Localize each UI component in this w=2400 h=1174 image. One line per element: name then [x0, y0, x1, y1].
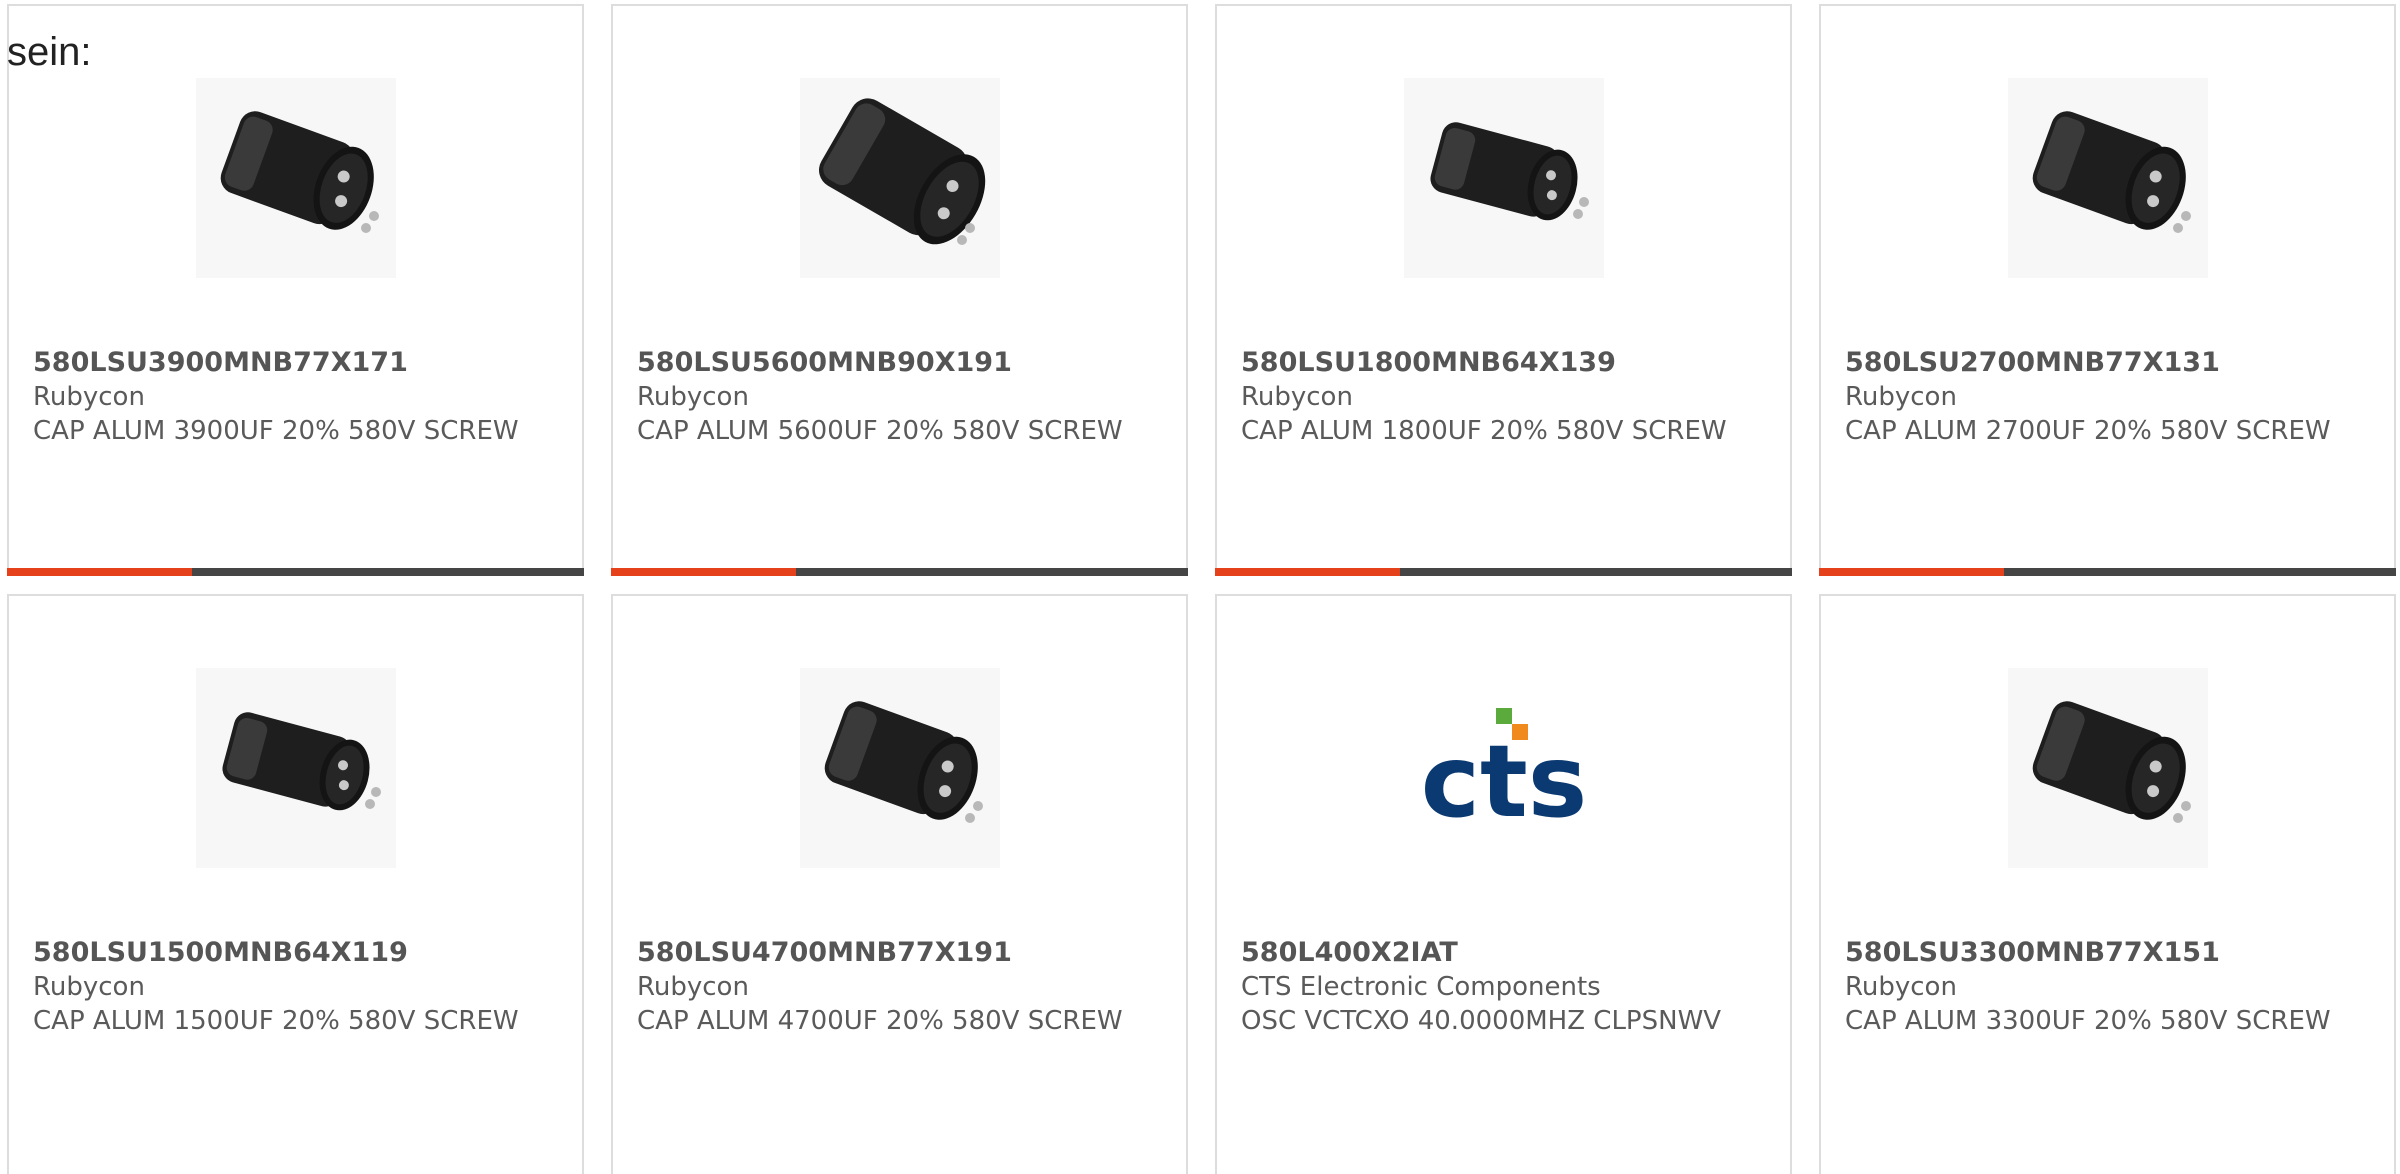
- manufacturer: Rubycon: [1845, 972, 1957, 1002]
- manufacturer: Rubycon: [1845, 382, 1957, 412]
- capacitor-icon: [2007, 668, 2208, 868]
- capacitor-image: [2007, 78, 2208, 278]
- progress-bar-fill: [611, 568, 796, 576]
- capacitor-icon: [799, 668, 1000, 868]
- part-number-link[interactable]: 580LSU5600MNB90X191: [637, 346, 1166, 380]
- cts-logo: cts: [1404, 668, 1604, 868]
- product-card[interactable]: 580LSU2700MNB77X131 Rubycon CAP ALUM 270…: [1819, 4, 2396, 576]
- capacitor-image: [195, 668, 396, 868]
- capacitor-image: [799, 78, 1000, 278]
- product-card[interactable]: 580LSU3900MNB77X171 Rubycon CAP ALUM 390…: [7, 4, 584, 576]
- part-number-link[interactable]: 580L400X2IAT: [1241, 936, 1770, 970]
- product-card[interactable]: 580LSU3300MNB77X151 Rubycon CAP ALUM 330…: [1819, 594, 2396, 1174]
- capacitor-icon: [799, 78, 1000, 278]
- progress-bar-fill: [1215, 568, 1400, 576]
- capacitor-image: [799, 668, 1000, 868]
- capacitor-icon: [2007, 78, 2208, 278]
- product-card[interactable]: 580LSU5600MNB90X191 Rubycon CAP ALUM 560…: [611, 4, 1188, 576]
- description: OSC VCTCXO 40.0000MHZ CLPSNWV: [1241, 1006, 1722, 1036]
- description: CAP ALUM 3900UF 20% 580V SCREW: [33, 416, 519, 446]
- description: CAP ALUM 4700UF 20% 580V SCREW: [637, 1006, 1123, 1036]
- capacitor-icon: [1403, 78, 1604, 278]
- description: CAP ALUM 5600UF 20% 580V SCREW: [637, 416, 1123, 446]
- manufacturer: Rubycon: [637, 972, 749, 1002]
- progress-bar: [1819, 568, 2396, 576]
- capacitor-image: [195, 78, 396, 278]
- description: CAP ALUM 1800UF 20% 580V SCREW: [1241, 416, 1727, 446]
- intro-text: sein:: [7, 30, 92, 74]
- manufacturer: CTS Electronic Components: [1241, 972, 1601, 1002]
- manufacturer: Rubycon: [33, 972, 145, 1002]
- progress-bar-fill: [7, 568, 192, 576]
- capacitor-image: [1403, 78, 1604, 278]
- description: CAP ALUM 2700UF 20% 580V SCREW: [1845, 416, 2331, 446]
- part-number-link[interactable]: 580LSU1800MNB64X139: [1241, 346, 1770, 380]
- product-card[interactable]: 580LSU4700MNB77X191 Rubycon CAP ALUM 470…: [611, 594, 1188, 1174]
- progress-bar-fill: [1819, 568, 2004, 576]
- product-card[interactable]: 580LSU1800MNB64X139 Rubycon CAP ALUM 180…: [1215, 4, 1792, 576]
- part-number-link[interactable]: 580LSU4700MNB77X191: [637, 936, 1166, 970]
- description: CAP ALUM 1500UF 20% 580V SCREW: [33, 1006, 519, 1036]
- capacitor-icon: [195, 78, 396, 278]
- part-number-link[interactable]: 580LSU1500MNB64X119: [33, 936, 562, 970]
- manufacturer: Rubycon: [33, 382, 145, 412]
- capacitor-icon: [195, 668, 396, 868]
- description: CAP ALUM 3300UF 20% 580V SCREW: [1845, 1006, 2331, 1036]
- part-number-link[interactable]: 580LSU3300MNB77X151: [1845, 936, 2374, 970]
- progress-bar: [1215, 568, 1792, 576]
- product-grid: 580LSU3900MNB77X171 Rubycon CAP ALUM 390…: [0, 0, 2400, 1174]
- cts-logo-icon: cts: [1420, 708, 1587, 840]
- progress-bar: [7, 568, 584, 576]
- manufacturer: Rubycon: [1241, 382, 1353, 412]
- part-number-link[interactable]: 580LSU3900MNB77X171: [33, 346, 562, 380]
- progress-bar: [611, 568, 1188, 576]
- product-card[interactable]: cts 580L400X2IAT CTS Electronic Componen…: [1215, 594, 1792, 1174]
- part-number-link[interactable]: 580LSU2700MNB77X131: [1845, 346, 2374, 380]
- cts-logo-text: cts: [1420, 723, 1587, 840]
- product-card[interactable]: 580LSU1500MNB64X119 Rubycon CAP ALUM 150…: [7, 594, 584, 1174]
- capacitor-image: [2007, 668, 2208, 868]
- manufacturer: Rubycon: [637, 382, 749, 412]
